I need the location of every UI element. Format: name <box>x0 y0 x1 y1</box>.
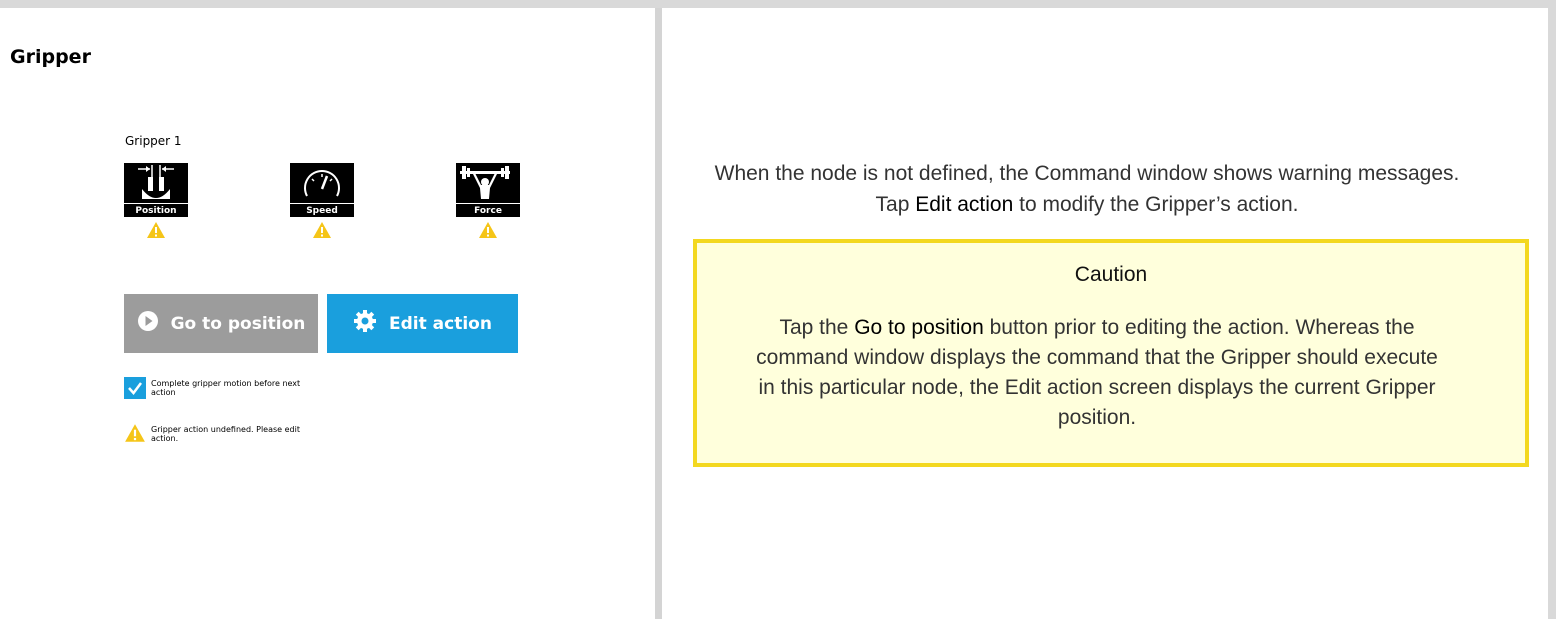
warning-icon <box>479 222 497 238</box>
documentation-panel: When the node is not defined, the Comman… <box>662 8 1548 619</box>
complete-motion-checkbox[interactable] <box>124 377 146 399</box>
gripper-position-icon: Position <box>124 163 188 217</box>
gear-icon <box>353 309 377 338</box>
warning-icon <box>125 424 145 442</box>
checkmark-icon <box>128 382 142 395</box>
go-to-position-button[interactable]: Go to position <box>124 294 318 353</box>
right-border <box>1548 0 1556 619</box>
top-border <box>0 0 1556 8</box>
checkbox-label: Complete gripper motion before next acti… <box>151 379 301 397</box>
force-label: Force <box>456 203 520 217</box>
desc-edit-action: Edit action <box>915 193 1014 216</box>
position-parameter: Position <box>124 163 188 239</box>
caution-go-to-position: Go to position <box>854 316 984 339</box>
caution-part1: Tap the <box>779 316 855 339</box>
edit-action-label: Edit action <box>389 313 492 334</box>
weightlifter-icon: Force <box>456 163 520 217</box>
warning-icon <box>147 222 165 238</box>
speed-label: Speed <box>290 203 354 217</box>
gripper-name: Gripper 1 <box>125 134 182 148</box>
go-to-position-label: Go to position <box>170 313 306 334</box>
caution-title: Caution <box>1074 263 1148 286</box>
section-title: Gripper <box>10 46 91 68</box>
warning-text: Gripper action undefined. Please edit ac… <box>151 425 300 443</box>
caution-text: Tap the Go to position button prior to e… <box>747 313 1447 433</box>
gripper-node-panel: Gripper Gripper 1 Position Speed Force G… <box>0 8 655 619</box>
description-text: When the node is not defined, the Comman… <box>702 158 1472 220</box>
caution-box: Caution Tap the Go to position button pr… <box>693 239 1529 467</box>
play-circle-icon <box>137 310 159 337</box>
speed-parameter: Speed <box>290 163 354 239</box>
force-parameter: Force <box>456 163 520 239</box>
panel-divider <box>655 8 662 619</box>
speedometer-icon: Speed <box>290 163 354 217</box>
edit-action-button[interactable]: Edit action <box>327 294 518 353</box>
desc-part2: to modify the Gripper’s action. <box>1013 193 1299 216</box>
warning-icon <box>313 222 331 238</box>
complete-motion-option: Complete gripper motion before next acti… <box>124 377 311 399</box>
undefined-action-warning: Gripper action undefined. Please edit ac… <box>124 423 311 443</box>
position-label: Position <box>124 203 188 217</box>
